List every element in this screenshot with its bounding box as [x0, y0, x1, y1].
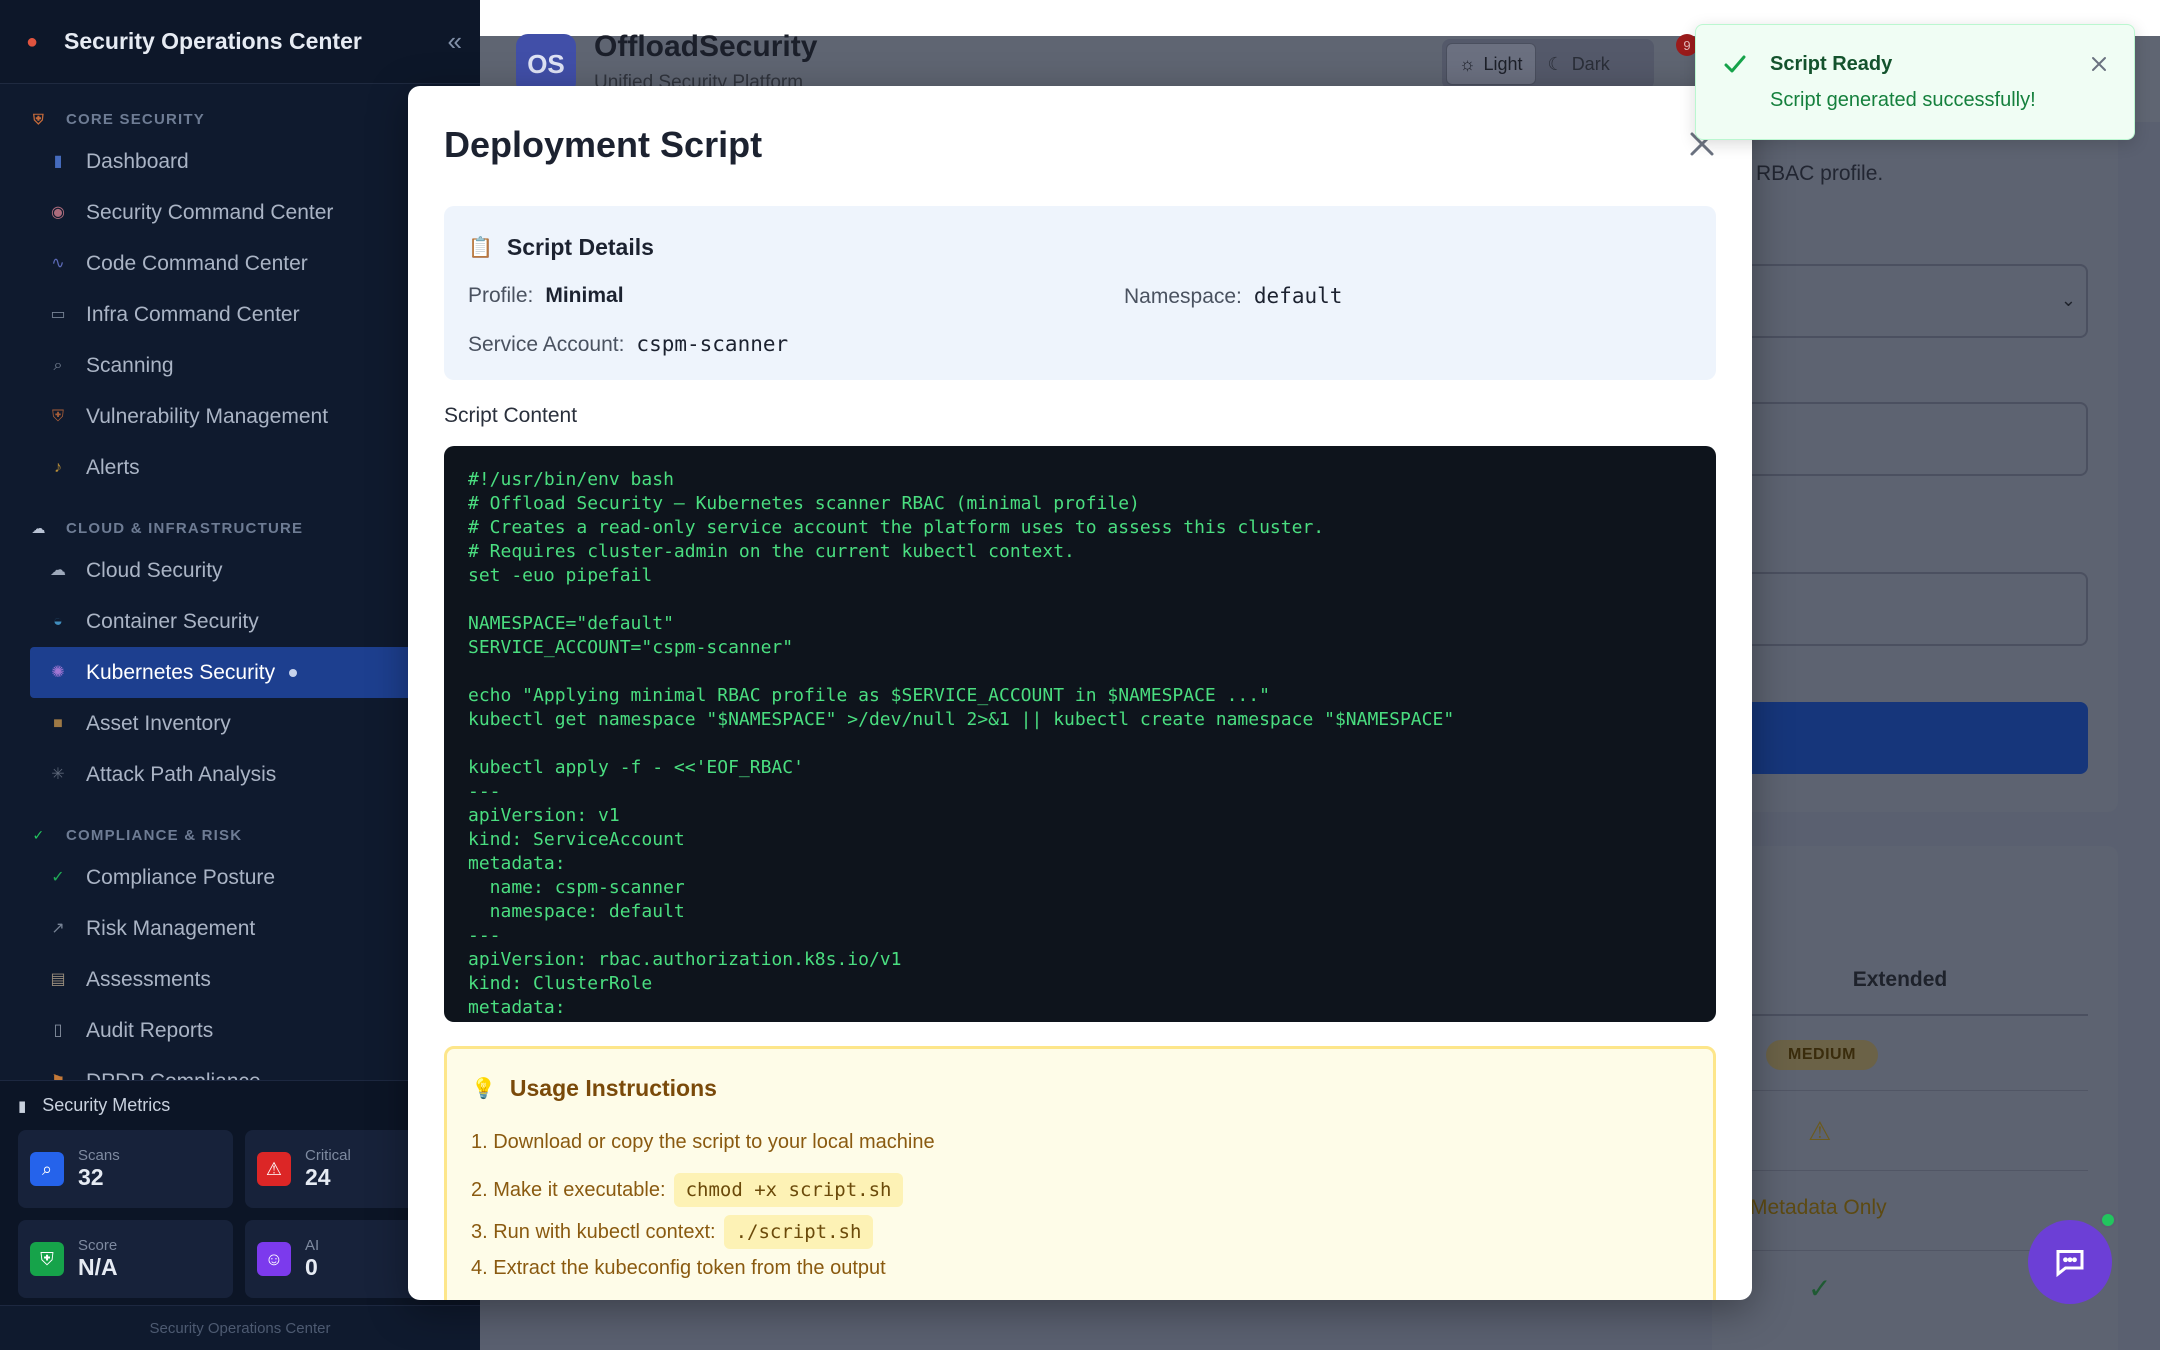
metadata-only-text: Metadata Only [1750, 1196, 1887, 1219]
shield-icon: ⛨ [51, 407, 64, 425]
moon-icon: ☾ [1547, 53, 1564, 74]
helm-icon: ✺ [51, 663, 65, 681]
metric-card-scans: ⌕ Scans 32 [18, 1130, 233, 1208]
command-snippet[interactable]: chmod +x script.sh [673, 1173, 904, 1207]
cloud-icon: ☁ [31, 520, 47, 536]
usage-step: 5. Base64 encode and use when adding clu… [471, 1299, 978, 1300]
usage-step: 3. Run with kubectl context: ./script.sh [471, 1215, 874, 1249]
modal-title: Deployment Script [444, 124, 763, 165]
theme-dark-button[interactable]: ☾ Dark [1536, 43, 1622, 85]
brand-name: OffloadSecurity [594, 30, 818, 63]
sidebar-title: Security Operations Center [64, 28, 362, 54]
theme-toggle[interactable]: ☼ Light ☾ Dark [1442, 39, 1654, 89]
usage-title: 💡 Usage Instructions [471, 1075, 717, 1101]
script-code-block[interactable]: #!/usr/bin/env bash # Offload Security —… [444, 446, 1716, 1022]
chat-icon [2056, 1250, 2084, 1278]
sun-icon: ☼ [1459, 53, 1476, 74]
brand-logo: OS [516, 34, 576, 94]
theme-light-button[interactable]: ☼ Light [1446, 43, 1536, 85]
success-toast: Script Ready Script generated successful… [1695, 24, 2135, 140]
usage-instructions-panel: 💡 Usage Instructions 1. Download or copy … [444, 1046, 1716, 1300]
document-icon: ▯ [53, 1021, 63, 1039]
whale-icon: ◒ [53, 612, 63, 630]
lightbulb-icon: 💡 [471, 1078, 496, 1100]
profile-select[interactable]: ⌄ [1720, 264, 2088, 338]
clipboard-icon: 📋 [468, 237, 493, 259]
row-divider [1712, 1170, 2088, 1171]
spider-icon: ✳ [51, 765, 65, 783]
service-account-detail: Service Account: cspm-scanner [468, 332, 789, 356]
script-content-label: Script Content [444, 404, 578, 427]
command-snippet[interactable]: ./script.sh [723, 1215, 874, 1249]
row-divider [1712, 1090, 2088, 1091]
script-details-title: 📋 Script Details [468, 234, 654, 260]
chart-icon: ▮ [18, 1097, 27, 1115]
script-details-panel: 📋 Script Details Profile: Minimal Namespac… [444, 206, 1716, 380]
collapse-sidebar-icon[interactable]: « [448, 26, 463, 57]
magnifier-icon: ⌕ [30, 1152, 64, 1186]
sidebar-header: ● Security Operations Center « [0, 0, 480, 84]
check-icon: ✓ [32, 827, 46, 843]
sidebar-footer: Security Operations Center [0, 1305, 480, 1350]
cloud-icon: ☁ [50, 561, 66, 579]
usage-step: 4. Extract the kubeconfig token from the… [471, 1257, 886, 1279]
generate-script-button[interactable] [1720, 702, 2088, 774]
script-text: #!/usr/bin/env bash # Offload Security —… [468, 469, 1455, 1018]
monitor-icon: ▭ [50, 305, 66, 323]
check-icon [1724, 55, 1746, 73]
clipboard-icon: ▤ [50, 970, 66, 988]
close-icon[interactable] [2088, 53, 2110, 75]
brain-icon: ◉ [51, 203, 65, 221]
column-header-extended: Extended [1712, 968, 2088, 1016]
active-indicator [289, 668, 298, 677]
shield-icon: ⛨ [33, 111, 45, 127]
chart-icon: ▮ [53, 152, 63, 170]
chat-button[interactable] [2028, 1220, 2112, 1304]
bell-icon: ♪ [54, 458, 62, 476]
robot-icon: ☺ [257, 1242, 291, 1276]
shield-icon: ⛨ [30, 1242, 64, 1276]
online-indicator [2100, 1212, 2116, 1228]
box-icon: ■ [53, 714, 63, 732]
profile-detail: Profile: Minimal [468, 284, 624, 307]
check-icon: ✓ [51, 868, 65, 886]
namespace-field[interactable] [1720, 402, 2088, 476]
check-icon: ✓ [1808, 1273, 1832, 1304]
chevron-down-icon: ⌄ [2060, 290, 2076, 310]
brand-icon: ● [26, 30, 39, 53]
usage-step: 2. Make it executable: chmod +x script.sh [471, 1173, 904, 1207]
usage-step: 1. Download or copy the script to your l… [471, 1131, 935, 1153]
rbac-description: RBAC profile. [1756, 162, 1884, 185]
warning-icon: ⚠ [257, 1152, 291, 1186]
toast-title: Script Ready [1770, 53, 1893, 75]
metric-card-score: ⛨ Score N/A [18, 1220, 233, 1298]
magnifier-icon: ⌕ [53, 356, 63, 374]
toast-message: Script generated successfully! [1770, 89, 2036, 111]
warning-icon: ⚠ [1808, 1116, 1832, 1146]
severity-badge: MEDIUM [1766, 1040, 1878, 1070]
service-account-field[interactable] [1720, 572, 2088, 646]
dna-icon: ∿ [51, 254, 65, 272]
deployment-script-modal: Deployment Script 📋 Script Details Profil… [408, 86, 1752, 1300]
trend-icon: ↗ [51, 919, 65, 937]
namespace-detail: Namespace: default [1124, 284, 1343, 308]
